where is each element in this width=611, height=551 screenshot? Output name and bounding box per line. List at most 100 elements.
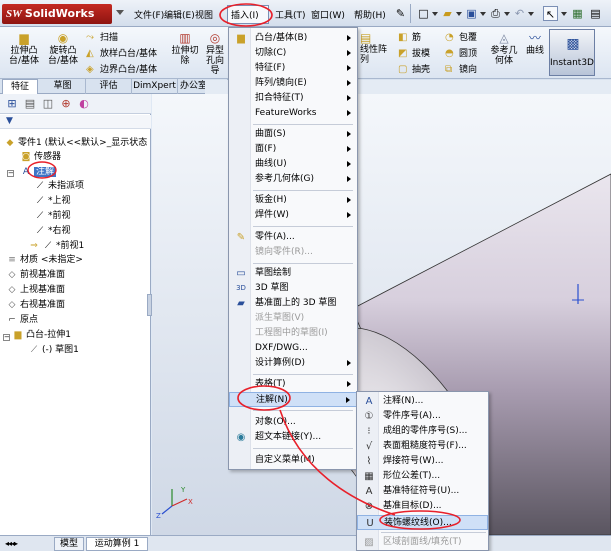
select-arrow-icon[interactable]: ↖ <box>543 6 558 21</box>
insert-menu-item[interactable]: 工程图中的草图(I) <box>229 326 357 341</box>
insert-menu-item[interactable]: ▭ 草图绘制 <box>229 266 357 281</box>
boss-extrude-button[interactable]: ▆ 拉伸凸台/基体 <box>7 31 41 66</box>
insert-menu-item[interactable]: 参考几何体(G) <box>229 172 357 187</box>
annotation-menu-item[interactable]: U 装饰螺纹线(O)... <box>357 515 488 530</box>
rebuild-icon[interactable]: ▦ <box>570 6 585 21</box>
revolve-boss-button[interactable]: ◉ 旋转凸台/基体 <box>46 31 80 66</box>
insert-menu-item[interactable]: 设计算例(D) <box>229 356 357 371</box>
insert-menu-item[interactable]: 钣金(H) <box>229 193 357 208</box>
curves-button[interactable]: 〰曲线 <box>523 31 547 56</box>
extrude-cut-button[interactable]: ▥ 拉伸切除 <box>168 31 202 66</box>
insert-menu-item[interactable]: 注解(N) <box>229 392 357 407</box>
tree-root-part[interactable]: ◆ 零件1 (默认<<默认>_显示状态 <box>4 138 148 149</box>
tab-evaluate[interactable]: 评估 <box>86 79 132 94</box>
menu-file[interactable]: 文件(F) <box>134 8 164 21</box>
options-icon[interactable]: ▤ <box>588 6 603 21</box>
print-icon[interactable]: ⎙ <box>488 6 503 21</box>
new-document-icon[interactable]: □ <box>416 6 431 21</box>
open-dropdown-icon[interactable] <box>456 12 462 16</box>
menu-insert[interactable]: 插入(I) <box>231 8 259 21</box>
insert-menu-item[interactable]: 面(F) <box>229 142 357 157</box>
tree-material[interactable]: ≡ 材质 <未指定> <box>6 255 83 266</box>
annotation-menu-item[interactable]: ▨ 区域剖面线/填充(T) <box>357 535 488 550</box>
tree-top-plane[interactable]: ◇ 上视基准面 <box>6 285 65 296</box>
insert-menu-item[interactable]: ▰ 基准面上的 3D 草图 <box>229 296 357 311</box>
wrap-button[interactable]: ◔ 包覆 <box>445 30 477 43</box>
tab-sketch[interactable]: 草图 <box>40 79 86 94</box>
insert-menu-item[interactable]: 特征(F) <box>229 61 357 76</box>
collapse-icon[interactable]: − <box>3 334 10 341</box>
insert-menu-item[interactable]: ◉ 超文本链接(Y)... <box>229 430 357 445</box>
menu-view[interactable]: 视图 <box>195 8 213 21</box>
reference-geometry-button[interactable]: ◬ 参考几何体 <box>488 31 520 66</box>
tree-origin[interactable]: ⌐ 原点 <box>6 315 38 326</box>
sweep-button[interactable]: ⤳ 扫描 <box>86 30 118 43</box>
new-dropdown-icon[interactable] <box>432 12 438 16</box>
annotation-menu-item[interactable]: ① 零件序号(A)... <box>357 409 488 424</box>
shell-button[interactable]: ▢ 抽壳 <box>398 62 430 75</box>
tree-right-view[interactable]: ⟋ *右视 <box>34 226 71 237</box>
tab-motion-study-1[interactable]: 运动算例 1 <box>86 537 148 551</box>
loft-boss-button[interactable]: ◭ 放样凸台/基体 <box>86 46 157 59</box>
insert-menu-item[interactable]: 3D 3D 草图 <box>229 281 357 296</box>
pin-icon[interactable]: ✎ <box>393 6 408 21</box>
undo-dropdown-icon[interactable] <box>528 12 534 16</box>
insert-menu-item[interactable]: 派生草图(V) <box>229 311 357 326</box>
display-manager-icon[interactable]: ◐ <box>76 96 92 112</box>
tree-top-view[interactable]: ⟋ *上视 <box>34 196 71 207</box>
annotation-menu-item[interactable]: √ 表面粗糙度符号(F)... <box>357 439 488 454</box>
insert-menu-item[interactable]: 表格(T) <box>229 377 357 392</box>
solidworks-logo[interactable]: SW SolidWorks <box>2 4 112 24</box>
mirror-button[interactable]: ⧉ 镜向 <box>445 62 477 75</box>
menu-edit[interactable]: 编辑(E) <box>164 8 195 21</box>
tree-sensors[interactable]: ◙ 传感器 <box>20 152 61 163</box>
menu-help[interactable]: 帮助(H) <box>354 8 386 21</box>
tree-annotations[interactable]: A 注解 <box>20 167 57 178</box>
property-manager-icon[interactable]: ▤ <box>22 96 38 112</box>
undo-icon[interactable]: ↶ <box>512 6 527 21</box>
filter-bar[interactable]: ▼ <box>0 115 151 129</box>
insert-menu-item[interactable]: 镜向零件(R)... <box>229 245 357 260</box>
tab-features[interactable]: 特征 <box>2 79 38 95</box>
dome-button[interactable]: ◓ 圆顶 <box>445 46 477 59</box>
filter-icon[interactable]: ▼ <box>6 116 13 126</box>
annotation-menu-item[interactable]: ▦ 形位公差(T)... <box>357 469 488 484</box>
configuration-manager-icon[interactable]: ◫ <box>40 96 56 112</box>
tab-scroll-arrows-icon[interactable]: ◂◂◂▸ <box>5 539 18 548</box>
tree-sketch-1[interactable]: ⟋ (-) 草图1 <box>28 345 79 356</box>
select-dropdown-icon[interactable] <box>561 12 567 16</box>
insert-menu-item[interactable]: 对象(O)... <box>229 415 357 430</box>
draft-button[interactable]: ◩ 拔模 <box>398 46 430 59</box>
annotation-menu-item[interactable]: ⊗ 基准目标(D)... <box>357 499 488 514</box>
insert-menu-item[interactable]: FeatureWorks <box>229 106 357 121</box>
tree-front-plane[interactable]: ◇ 前视基准面 <box>6 270 65 281</box>
annotation-menu-item[interactable]: A 基准特征符号(U)... <box>357 484 488 499</box>
linear-pattern-button[interactable]: ▤ 线性阵列 <box>360 31 390 65</box>
instant3d-button[interactable]: ▩ Instant3D <box>549 29 595 76</box>
menu-tools[interactable]: 工具(T) <box>275 8 306 21</box>
tree-front-view-1[interactable]: ⇒ ⟋ *前视1 <box>28 241 84 252</box>
insert-menu-item[interactable]: ✎ 零件(A)... <box>229 230 357 245</box>
insert-menu-item[interactable]: 扣合特征(T) <box>229 91 357 106</box>
collapse-icon[interactable]: − <box>7 170 14 177</box>
insert-menu-item[interactable]: 自定义菜单(M) <box>229 453 357 468</box>
tab-dimxpert[interactable]: DimXpert <box>132 79 178 94</box>
print-dropdown-icon[interactable] <box>504 12 510 16</box>
insert-menu-item[interactable]: ▆ 凸台/基体(B) <box>229 31 357 46</box>
insert-menu-item[interactable]: DXF/DWG... <box>229 341 357 356</box>
insert-menu-item[interactable]: 切除(C) <box>229 46 357 61</box>
insert-menu-item[interactable]: 曲面(S) <box>229 127 357 142</box>
tree-unassigned[interactable]: ⟋ 未指派项 <box>34 181 84 192</box>
insert-menu-item[interactable]: 曲线(U) <box>229 157 357 172</box>
logo-dropdown-icon[interactable] <box>116 10 124 15</box>
rib-button[interactable]: ◧ 筋 <box>398 30 421 43</box>
feature-tree-icon[interactable]: ⊞ <box>4 96 20 112</box>
tree-right-plane[interactable]: ◇ 右视基准面 <box>6 300 65 311</box>
annotation-menu-item[interactable]: ⁝ 成组的零件序号(S)... <box>357 424 488 439</box>
insert-menu-item[interactable]: 焊件(W) <box>229 208 357 223</box>
insert-menu-item[interactable]: 阵列/镜向(E) <box>229 76 357 91</box>
save-icon[interactable]: ▣ <box>464 6 479 21</box>
tree-front-view[interactable]: ⟋ *前视 <box>34 211 71 222</box>
open-folder-icon[interactable]: ▰ <box>440 6 455 21</box>
boundary-boss-button[interactable]: ◈ 边界凸台/基体 <box>86 62 157 75</box>
